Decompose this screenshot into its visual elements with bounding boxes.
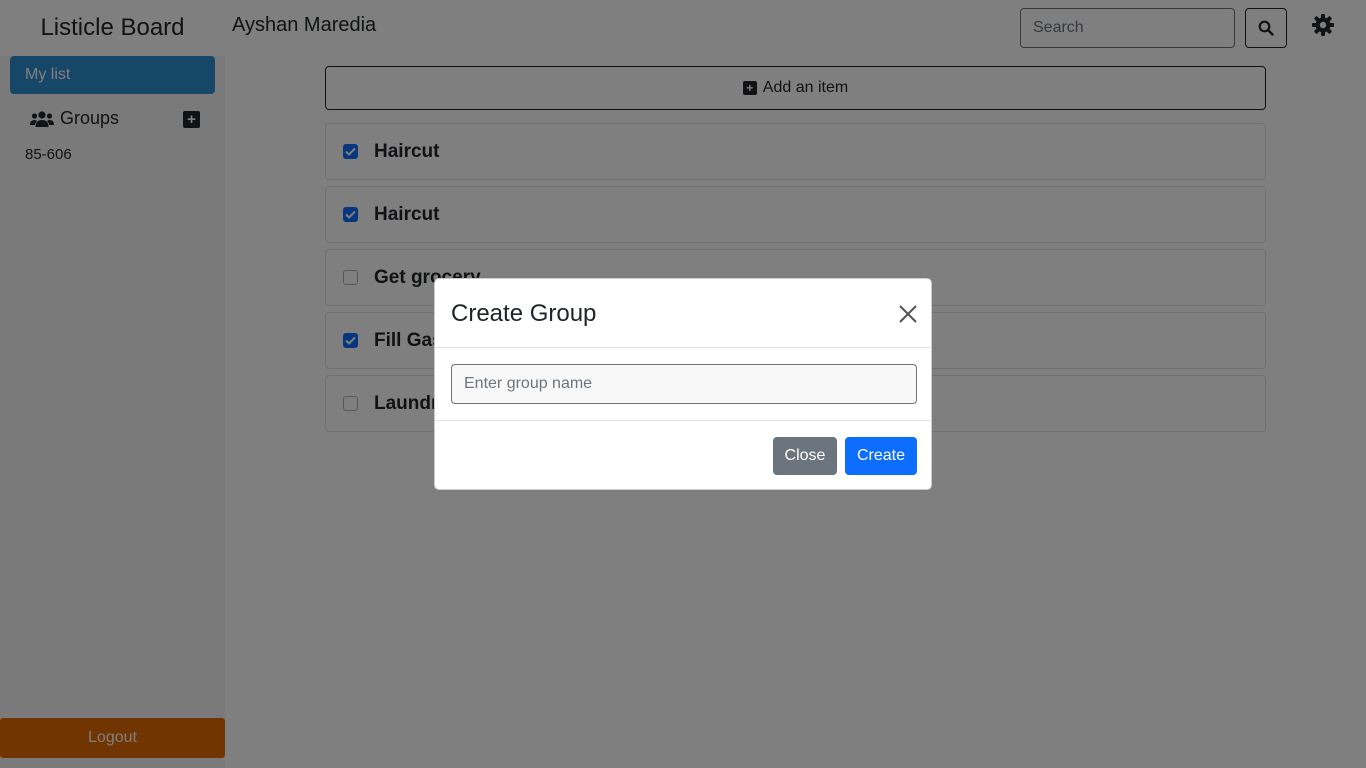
close-icon (899, 305, 917, 323)
create-button[interactable]: Create (845, 437, 917, 475)
modal-header: Create Group (435, 279, 931, 348)
modal-footer: Close Create (435, 420, 931, 491)
close-button[interactable]: Close (773, 437, 837, 475)
modal-close-button[interactable] (897, 303, 919, 325)
modal-title: Create Group (451, 300, 597, 327)
create-group-modal: Create Group Close Create (434, 278, 932, 490)
group-name-input[interactable] (451, 364, 917, 404)
